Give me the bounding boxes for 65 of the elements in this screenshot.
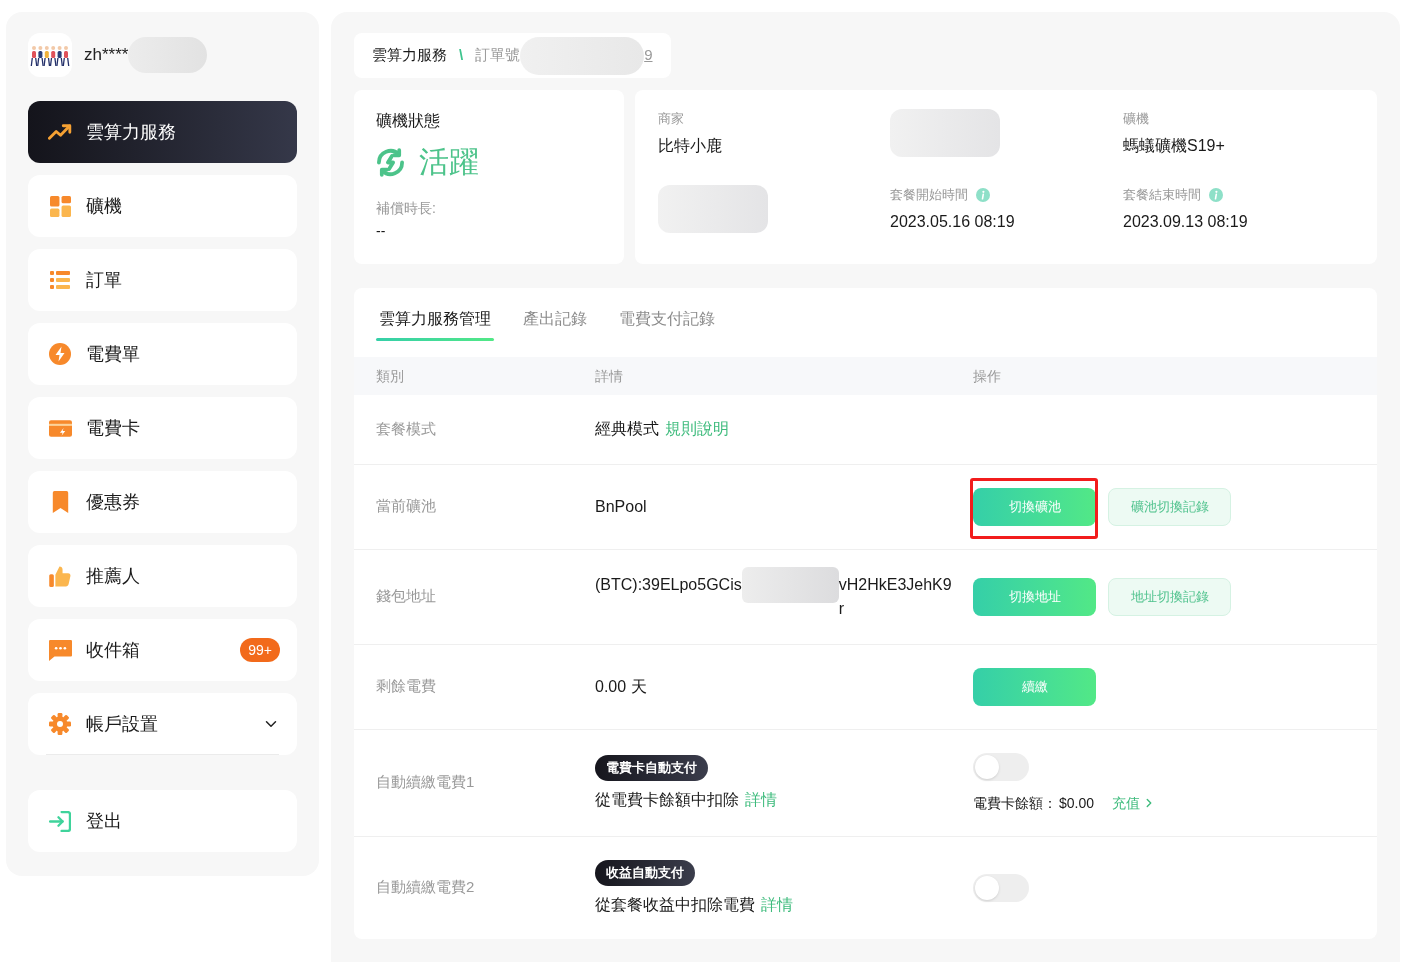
sidebar-item[interactable]: 優惠券	[28, 471, 297, 533]
field-value: 螞蟻礦機S19+	[1123, 136, 1225, 156]
field-label: 套餐開始時間	[890, 186, 968, 204]
trend-up-icon	[48, 124, 72, 140]
balance-value: $0.00	[1059, 793, 1095, 813]
card-lightning-icon	[48, 419, 72, 437]
tab[interactable]: 電費支付記錄	[616, 308, 718, 341]
avatar-drawing	[28, 33, 72, 77]
field-label: 礦機	[1123, 110, 1149, 128]
field-value: 比特小鹿	[658, 136, 722, 156]
payment-tag: 電費卡自動支付	[595, 754, 708, 781]
logout-icon	[49, 810, 71, 832]
field-value: 2023.05.16 08:19	[890, 212, 1015, 232]
detail-text: 從電費卡餘額中扣除	[595, 789, 739, 810]
category-label: 自動續繳電費1	[376, 772, 475, 793]
column-header: 詳情	[595, 366, 623, 386]
order-number-tail: 9	[644, 45, 653, 66]
detail-text: 從套餐收益中扣除電費	[595, 894, 755, 915]
category-label: 錢包地址	[376, 586, 436, 607]
field-label: 商家	[658, 110, 684, 128]
toggle-switch[interactable]	[973, 752, 1029, 781]
dashboard-grid-icon	[49, 195, 71, 217]
count-badge: 99+	[240, 638, 280, 662]
refresh-lightning-icon	[376, 147, 405, 177]
thumbs-up-icon	[48, 565, 72, 587]
logout-button[interactable]: 登出	[28, 790, 297, 852]
lightning-circle-icon	[49, 343, 71, 365]
sidebar-item[interactable]: 雲算力服務	[28, 101, 297, 163]
tab[interactable]: 產出記錄	[520, 308, 590, 341]
compensation-value: --	[376, 222, 386, 241]
column-header: 操作	[973, 366, 1001, 386]
detail-text: BnPool	[595, 496, 647, 517]
sidebar-item[interactable]: 收件箱 99+	[28, 619, 297, 681]
sidebar-item[interactable]: 電費卡	[28, 397, 297, 459]
tab[interactable]: 雲算力服務管理	[376, 308, 494, 341]
settings-icon	[49, 713, 71, 735]
detail-text: 經典模式	[595, 419, 659, 440]
balance-label: 電費卡餘額：	[973, 793, 1057, 813]
wallet-address: (BTC):39ELpo5GCis	[595, 574, 742, 595]
category-label: 當前礦池	[376, 496, 436, 517]
category-label: 剩餘電費	[376, 676, 436, 697]
breadcrumb-separator: \	[459, 45, 464, 66]
status-text: 活躍	[419, 147, 479, 177]
category-label: 自動續繳電費2	[376, 877, 475, 898]
card-title: 礦機狀態	[376, 111, 440, 131]
field-label: 套餐結束時間	[1123, 186, 1201, 204]
chat-bubble-icon	[48, 639, 72, 661]
sidebar-item[interactable]: 訂單	[28, 249, 297, 311]
compensation-label: 補償時長:	[376, 199, 436, 218]
payment-tag: 收益自動支付	[595, 859, 695, 886]
wallet-address: vH2HkE3JehK9r	[838, 574, 953, 619]
field-value: 2023.09.13 08:19	[1123, 212, 1248, 232]
column-header: 類別	[376, 366, 404, 386]
sidebar-item[interactable]: 帳戶設置	[28, 693, 297, 755]
bookmark-icon	[51, 491, 69, 513]
sidebar-item[interactable]: 推薦人	[28, 545, 297, 607]
detail-text: 0.00 天	[595, 676, 647, 697]
breadcrumb-link[interactable]: 雲算力服務	[372, 44, 447, 67]
sidebar-item[interactable]: 礦機	[28, 175, 297, 237]
sidebar-item[interactable]: 電費單	[28, 323, 297, 385]
toggle-switch[interactable]	[973, 873, 1029, 902]
breadcrumb-current: 訂單號	[475, 45, 521, 66]
username: zh****	[84, 44, 129, 67]
list-icon	[50, 271, 70, 289]
category-label: 套餐模式	[376, 419, 436, 439]
